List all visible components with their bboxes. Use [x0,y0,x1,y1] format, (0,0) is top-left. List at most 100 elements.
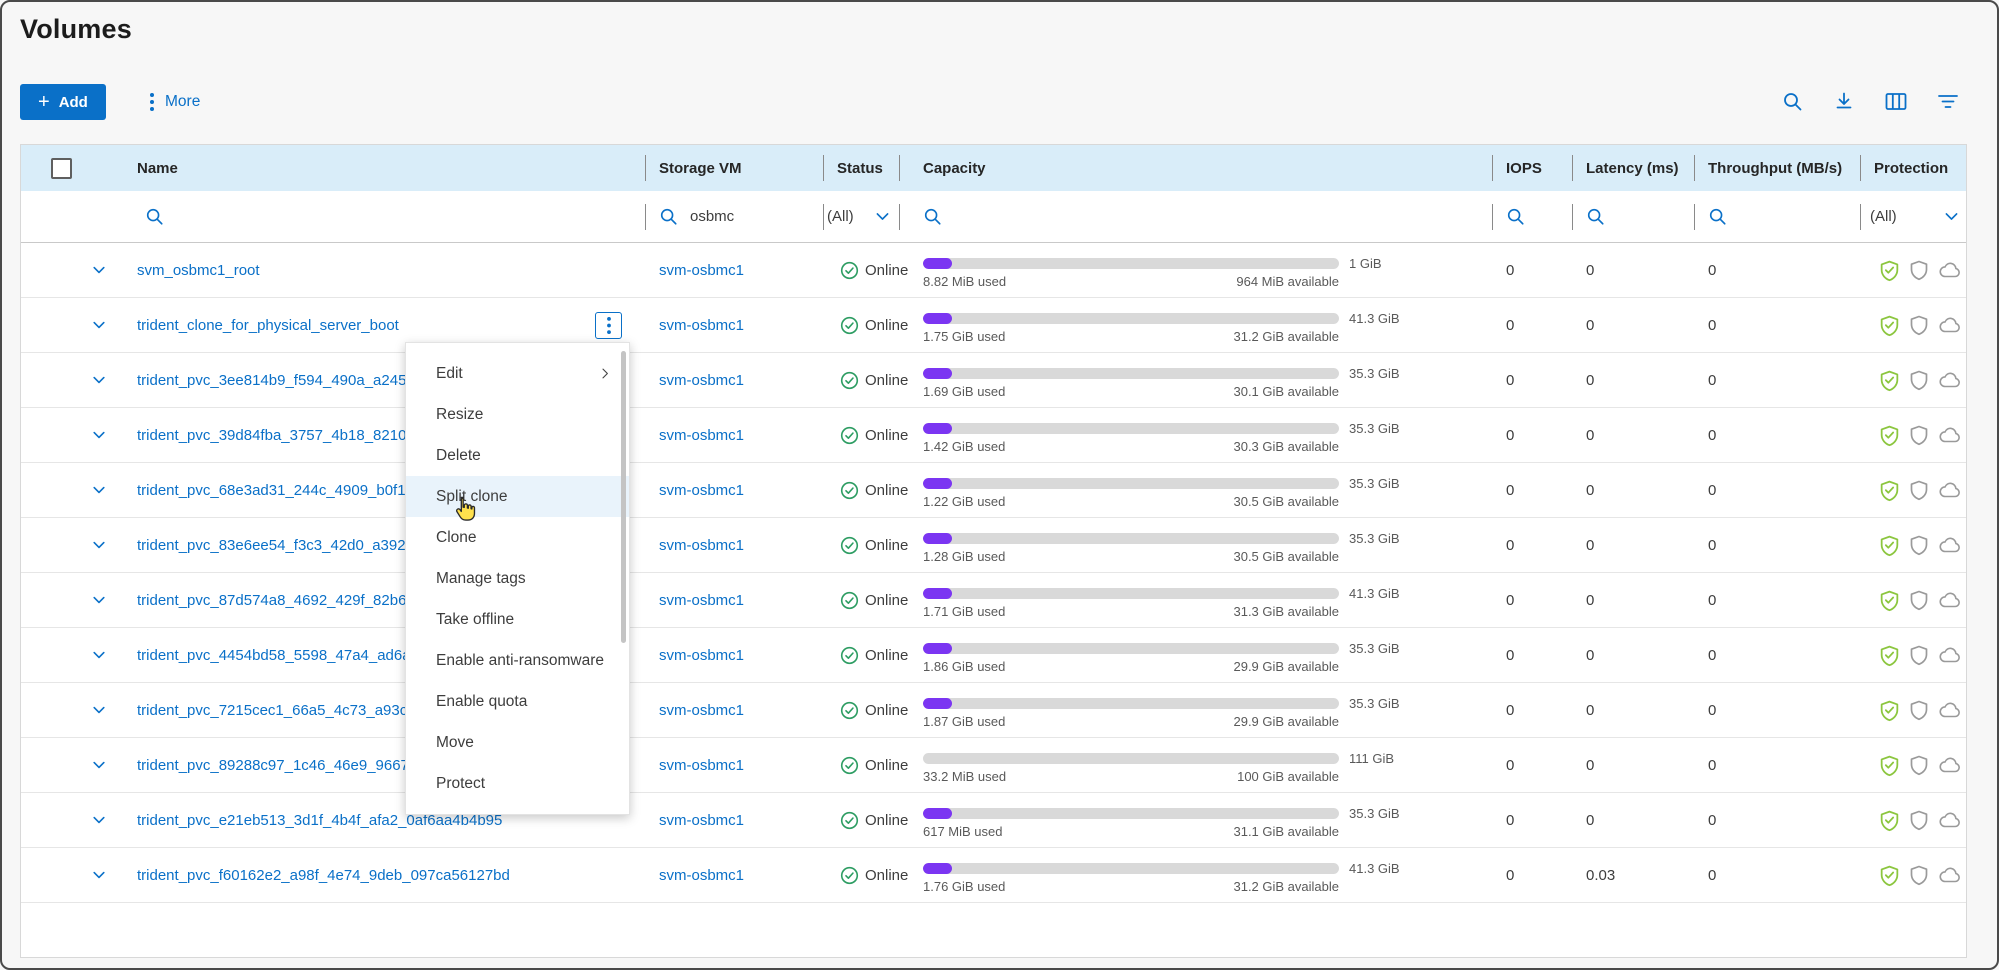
column-header-throughput[interactable]: Throughput (MB/s) [1694,145,1860,191]
shield-icon [1908,754,1930,776]
storage-vm-link[interactable]: svm-osbmc1 [659,262,744,279]
iops-filter-input[interactable] [1506,207,1572,226]
column-header-status[interactable]: Status [823,145,899,191]
columns-button[interactable] [1885,90,1907,112]
row-expand-chevron-icon[interactable] [91,592,107,608]
select-all-checkbox[interactable] [51,158,72,179]
capacity-available: 31.1 GiB available [1233,824,1339,839]
online-status-icon [840,481,859,500]
menu-item[interactable]: Move [406,722,629,763]
storage-vm-filter-value: osbmc [690,208,734,225]
name-filter-input[interactable] [145,207,645,226]
storage-vm-link[interactable]: svm-osbmc1 [659,427,744,444]
row-expand-chevron-icon[interactable] [91,317,107,333]
table-row: trident_pvc_f60162e2_a98f_4e74_9deb_097c… [21,848,1966,903]
capacity-bar [923,588,1339,599]
online-status-icon [840,261,859,280]
row-expand-chevron-icon[interactable] [91,647,107,663]
table-row: trident_clone_for_physical_server_boot s… [21,298,1966,353]
throughput-value: 0 [1694,463,1860,517]
storage-vm-link[interactable]: svm-osbmc1 [659,702,744,719]
row-expand-chevron-icon[interactable] [91,372,107,388]
shield-check-icon [1878,864,1901,887]
protection-filter-dropdown[interactable]: (All) [1870,208,1968,225]
row-expand-chevron-icon[interactable] [91,757,107,773]
storage-vm-link[interactable]: svm-osbmc1 [659,647,744,664]
menu-item[interactable]: Enable quota [406,681,629,722]
capacity-bar [923,698,1339,709]
kebab-icon [148,92,156,112]
menu-scrollbar[interactable] [621,351,626,643]
capacity-total: 111 GiB [1349,751,1394,766]
capacity-used: 8.82 MiB used [923,274,1006,289]
volume-name-link[interactable]: trident_pvc_3ee814b9_f594_490a_a245_ [137,372,415,389]
table-row: svm_osbmc1_root svm-osbmc1 Online [21,243,1966,298]
latency-filter-input[interactable] [1586,207,1694,226]
filter-button[interactable] [1937,90,1959,112]
volume-name-link[interactable]: trident_pvc_83e6ee54_f3c3_42d0_a392_ [137,537,414,554]
throughput-filter-input[interactable] [1708,207,1860,226]
volume-name-link[interactable]: trident_pvc_87d574a8_4692_429f_82b6 [137,592,406,609]
menu-item[interactable]: Manage tags [406,558,629,599]
search-icon [1586,207,1605,226]
shield-check-icon [1878,369,1901,392]
menu-item[interactable]: Enable anti-ransomware [406,640,629,681]
menu-item[interactable]: Resize [406,394,629,435]
menu-item[interactable]: Delete [406,435,629,476]
volume-name-link[interactable]: trident_pvc_f60162e2_a98f_4e74_9deb_097c… [137,867,510,884]
volume-name-link[interactable]: trident_clone_for_physical_server_boot [137,317,399,334]
menu-item[interactable]: Protect [406,763,629,804]
row-expand-chevron-icon[interactable] [91,702,107,718]
storage-vm-filter-input[interactable]: osbmc [659,207,823,226]
volume-name-link[interactable]: trident_pvc_89288c97_1c46_46e9_9667 [137,757,409,774]
column-header-name[interactable]: Name [137,145,645,191]
menu-item[interactable]: Edit [406,353,629,394]
menu-item-label: Enable quota [436,693,527,711]
storage-vm-link[interactable]: svm-osbmc1 [659,592,744,609]
page-title: Volumes [20,14,132,45]
row-expand-chevron-icon[interactable] [91,812,107,828]
storage-vm-link[interactable]: svm-osbmc1 [659,537,744,554]
menu-item[interactable]: Split clone [406,476,629,517]
add-button[interactable]: + Add [20,84,106,120]
row-expand-chevron-icon[interactable] [91,427,107,443]
capacity-bar [923,643,1339,654]
menu-item[interactable]: Clone [406,517,629,558]
menu-item[interactable]: Take offline [406,599,629,640]
capacity-filter-input[interactable] [923,207,1492,226]
shield-check-icon [1878,479,1901,502]
volume-name-link[interactable]: trident_pvc_7215cec1_66a5_4c73_a93c_ [137,702,416,719]
cloud-icon [1937,699,1963,722]
volume-name-link[interactable]: trident_pvc_68e3ad31_244c_4909_b0f1 [137,482,406,499]
column-header-iops[interactable]: IOPS [1492,145,1572,191]
row-expand-chevron-icon[interactable] [91,262,107,278]
capacity-bar-fill [923,643,952,654]
cloud-icon [1937,754,1963,777]
capacity-available: 29.9 GiB available [1233,714,1339,729]
column-header-capacity[interactable]: Capacity [899,145,1492,191]
status-filter-dropdown[interactable]: (All) [827,208,899,225]
more-button[interactable]: More [148,84,200,120]
row-expand-chevron-icon[interactable] [91,867,107,883]
column-header-protection[interactable]: Protection [1860,145,1968,191]
column-header-latency[interactable]: Latency (ms) [1572,145,1694,191]
storage-vm-link[interactable]: svm-osbmc1 [659,482,744,499]
cloud-icon [1937,314,1963,337]
row-expand-chevron-icon[interactable] [91,537,107,553]
search-button[interactable] [1781,90,1803,112]
row-actions-button[interactable] [595,312,622,339]
storage-vm-link[interactable]: svm-osbmc1 [659,812,744,829]
download-button[interactable] [1833,90,1855,112]
capacity-total: 35.3 GiB [1349,806,1400,821]
volume-name-link[interactable]: svm_osbmc1_root [137,262,260,279]
storage-vm-link[interactable]: svm-osbmc1 [659,867,744,884]
storage-vm-link[interactable]: svm-osbmc1 [659,372,744,389]
row-expand-chevron-icon[interactable] [91,482,107,498]
menu-item-label: Manage tags [436,570,526,588]
volume-name-link[interactable]: trident_pvc_39d84fba_3757_4b18_8210 [137,427,406,444]
volume-name-link[interactable]: trident_pvc_4454bd58_5598_47a4_ad6a [137,647,411,664]
shield-check-icon [1878,589,1901,612]
storage-vm-link[interactable]: svm-osbmc1 [659,317,744,334]
column-header-storage-vm[interactable]: Storage VM [645,145,823,191]
storage-vm-link[interactable]: svm-osbmc1 [659,757,744,774]
